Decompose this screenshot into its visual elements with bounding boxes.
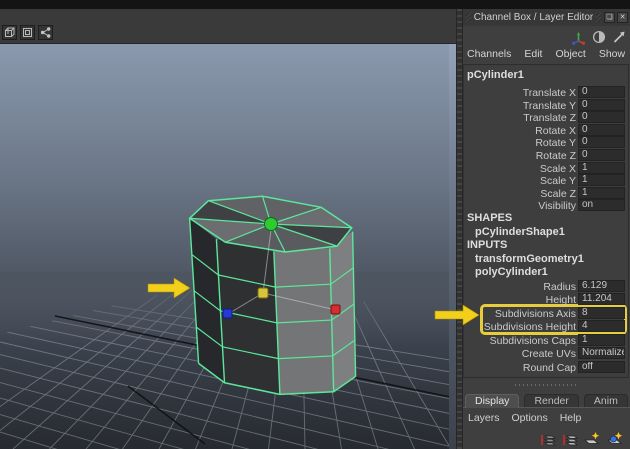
channel-value-create-uvs[interactable]: Normalize ...: [578, 347, 625, 359]
menu-help[interactable]: Help: [560, 412, 582, 426]
channel-value-translate-x[interactable]: 0: [578, 86, 625, 98]
channel-value-rotate-x[interactable]: 0: [578, 124, 625, 136]
channel-label-rotate-z[interactable]: Rotate Z: [536, 150, 576, 162]
channel-label-subdivisions-axis[interactable]: Subdivisions Axis: [495, 308, 576, 320]
layer-editor-menubar: Layers Options Help: [468, 412, 581, 426]
menu-edit[interactable]: Edit: [524, 48, 542, 62]
channel-value-scale-y[interactable]: 1: [578, 174, 625, 186]
menu-show[interactable]: Show: [599, 48, 625, 62]
titlebar-grip-right: [596, 13, 601, 22]
menu-layers[interactable]: Layers: [468, 412, 500, 426]
float-panel-button[interactable]: ❏: [604, 12, 615, 23]
channel-label-visibility[interactable]: Visibility: [538, 200, 576, 212]
channel-value-scale-z[interactable]: 1: [578, 187, 625, 199]
select-arrow-icon[interactable]: [612, 30, 626, 44]
channel-label-subdivisions-caps[interactable]: Subdivisions Caps: [490, 335, 576, 347]
window-top-strip: [0, 0, 630, 9]
close-panel-button[interactable]: ✕: [617, 12, 628, 23]
channel-value-rotate-z[interactable]: 0: [578, 149, 625, 161]
channel-value-round-cap[interactable]: off: [578, 361, 625, 373]
titlebar-grip-left: [466, 13, 471, 22]
channel-value-subdivisions-caps[interactable]: 1: [578, 334, 625, 346]
maya-window: Channel Box / Layer Editor ❏ ✕: [0, 0, 630, 449]
panel-title: Channel Box / Layer Editor: [474, 12, 594, 23]
tab-anim[interactable]: Anim: [584, 394, 628, 407]
channel-label-translate-y[interactable]: Translate Y: [523, 100, 576, 112]
node-header-inputs: INPUTS: [467, 239, 507, 251]
channel-label-translate-z[interactable]: Translate Z: [523, 112, 576, 124]
viewport-toolbar: [0, 9, 456, 44]
viewport-3d[interactable]: [0, 44, 456, 449]
channel-box-panel: Channel Box / Layer Editor ❏ ✕: [463, 9, 630, 449]
create-empty-layer-icon[interactable]: [583, 431, 601, 447]
channel-value-radius[interactable]: 6.129: [578, 280, 625, 292]
channel-value-visibility[interactable]: on: [578, 199, 625, 211]
node-header-polycylinder1[interactable]: polyCylinder1: [475, 266, 548, 278]
channel-box-toolbar: [571, 28, 626, 46]
move-layer-down-icon[interactable]: [561, 432, 578, 447]
channel-label-height[interactable]: Height: [546, 294, 576, 306]
axis-manipulator-icon[interactable]: [571, 30, 586, 45]
speed-display-icon[interactable]: [592, 30, 606, 44]
node-header-pcylindershape1[interactable]: pCylinderShape1: [475, 226, 565, 238]
channel-label-rotate-y[interactable]: Rotate Y: [535, 137, 576, 149]
channel-label-scale-z[interactable]: Scale Z: [540, 188, 576, 200]
panel-splitter-horizontal[interactable]: [463, 381, 630, 389]
menu-object[interactable]: Object: [555, 48, 585, 62]
viewport-active-border: [449, 44, 456, 449]
node-header-pcylinder1[interactable]: pCylinder1: [467, 69, 524, 81]
channel-value-translate-z[interactable]: 0: [578, 111, 625, 123]
panel-titlebar[interactable]: Channel Box / Layer Editor ❏ ✕: [463, 9, 630, 26]
channel-label-create-uvs[interactable]: Create UVs: [522, 348, 576, 360]
channel-value-scale-x[interactable]: 1: [578, 162, 625, 174]
channel-value-subdivisions-axis[interactable]: 8: [578, 307, 625, 319]
node-header-shapes: SHAPES: [467, 212, 512, 224]
channel-label-rotate-x[interactable]: Rotate X: [535, 125, 576, 137]
channel-label-round-cap[interactable]: Round Cap: [523, 362, 576, 374]
viewport-canvas[interactable]: [0, 44, 456, 449]
menu-channels[interactable]: Channels: [467, 48, 511, 62]
create-layer-from-selected-icon[interactable]: [606, 431, 624, 447]
share-nodes-icon[interactable]: [38, 25, 53, 40]
channel-label-scale-y[interactable]: Scale Y: [540, 175, 576, 187]
panel-splitter-vertical[interactable]: [456, 9, 463, 449]
layer-editor-tabs: Display Render Anim: [463, 394, 630, 408]
wireframe-cube-icon[interactable]: [2, 25, 17, 40]
channel-label-subdivisions-height[interactable]: Subdivisions Height: [484, 321, 576, 333]
channel-label-scale-x[interactable]: Scale X: [540, 163, 576, 175]
channel-label-translate-x[interactable]: Translate X: [523, 87, 576, 99]
layer-editor-buttons: [539, 430, 624, 448]
channel-value-height[interactable]: 11.204: [578, 293, 625, 305]
channel-value-rotate-y[interactable]: 0: [578, 136, 625, 148]
channel-value-subdivisions-height[interactable]: 4: [578, 320, 625, 332]
node-header-transformgeometry1[interactable]: transformGeometry1: [475, 253, 584, 265]
menu-options[interactable]: Options: [512, 412, 548, 426]
move-layer-up-icon[interactable]: [539, 432, 556, 447]
panel-layout-icon[interactable]: [20, 25, 35, 40]
channel-value-translate-y[interactable]: 0: [578, 99, 625, 111]
channel-label-radius[interactable]: Radius: [543, 281, 576, 293]
channel-list: pCylinder1Translate X0Translate Y0Transl…: [463, 64, 629, 378]
tab-display[interactable]: Display: [465, 394, 519, 408]
tab-render[interactable]: Render: [524, 394, 578, 407]
channel-box-menubar: Channels Edit Object Show: [467, 48, 625, 62]
